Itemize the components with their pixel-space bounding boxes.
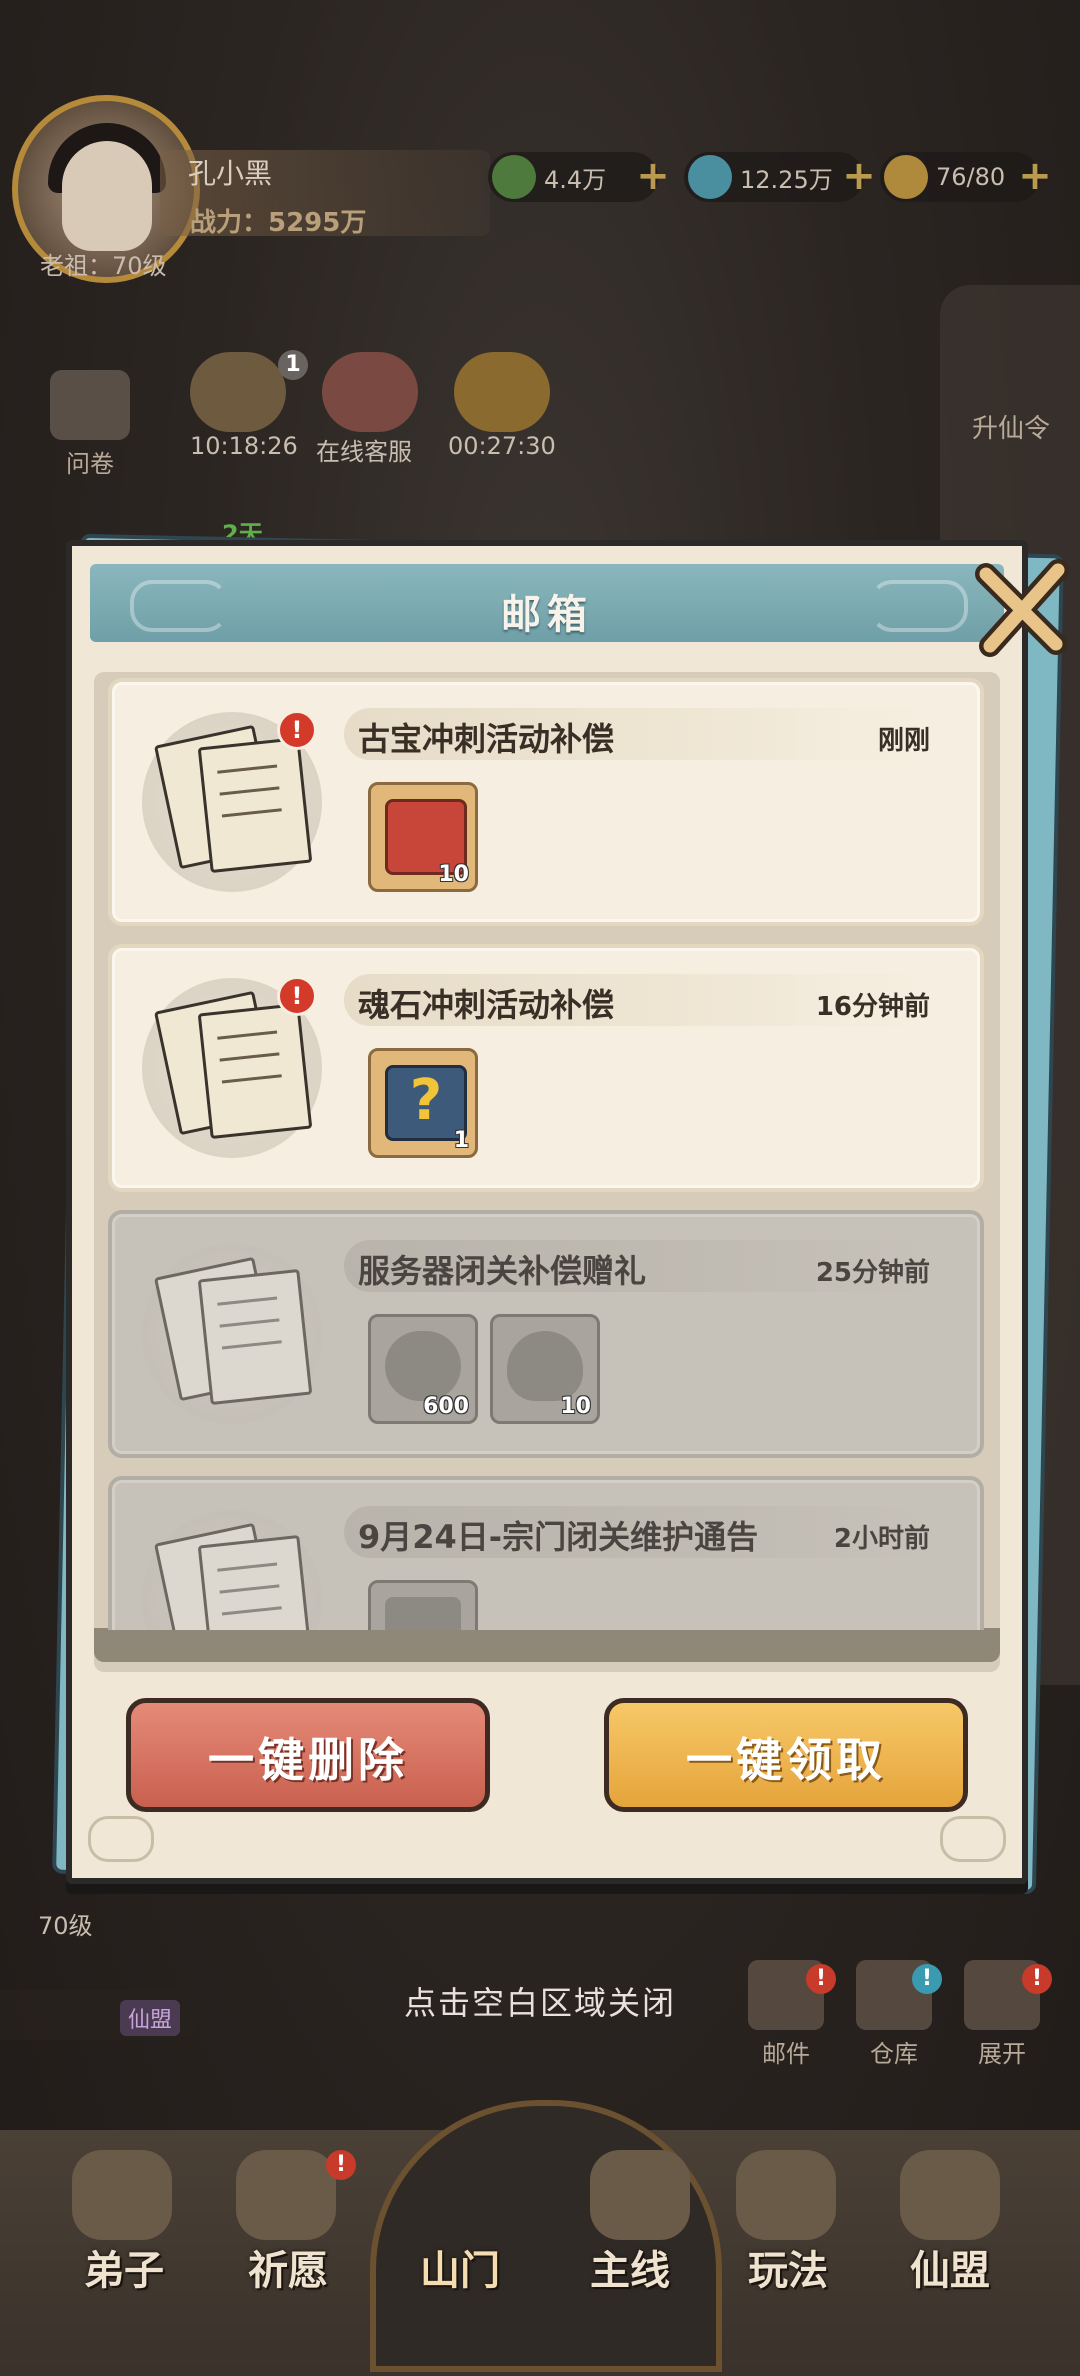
paper-sheet xyxy=(197,737,313,873)
delete-all-button[interactable]: 一键删除 xyxy=(126,1698,490,1812)
dragon-jade-icon xyxy=(385,1331,461,1401)
paper-sheet xyxy=(197,1269,313,1405)
add-jade-button[interactable]: + xyxy=(634,156,672,196)
unread-alert-icon: ! xyxy=(277,710,317,750)
reward-item[interactable]: 10 xyxy=(490,1314,600,1424)
nav-gameplay[interactable]: 玩法 xyxy=(728,2238,848,2296)
resource-value: 12.25万 xyxy=(740,165,833,194)
event-timer: 10:18:26 xyxy=(190,432,298,460)
avatar-face xyxy=(62,141,152,251)
player-level: 老祖：70级 xyxy=(40,252,167,280)
combat-power: 战力：5295万 xyxy=(190,208,367,238)
flame-icon xyxy=(507,1331,583,1401)
mail-time: 2小时前 xyxy=(833,1524,930,1554)
mail-item[interactable]: 9月24日-宗门闭关维护通告 2小时前 xyxy=(108,1476,984,1630)
main-quest-icon[interactable] xyxy=(590,2150,690,2240)
mail-item[interactable]: ! 魂石冲刺活动补偿 16分钟前 ? 1 xyxy=(108,944,984,1192)
storage-label: 仓库 xyxy=(870,2040,918,2068)
nav-wish[interactable]: 祈愿 xyxy=(228,2238,348,2296)
mail-shortcut-label: 邮件 xyxy=(762,2040,810,2068)
reward-item[interactable]: 10 xyxy=(368,782,478,892)
expand-label: 展开 xyxy=(978,2040,1026,2068)
mail-subject: 魂石冲刺活动补偿 xyxy=(358,986,615,1024)
sub-level: 70级 xyxy=(38,1912,93,1940)
lion-icon[interactable] xyxy=(454,352,550,432)
gift-bag-icon[interactable] xyxy=(190,352,286,432)
player-name: 孔小黑 xyxy=(188,157,273,190)
mailbox-dialog: 邮箱 ! 古宝冲刺活动补偿 刚刚 10 ! 魂石冲刺活动补偿 16分钟前 ? 1… xyxy=(66,540,1069,1884)
item-count: 10 xyxy=(438,862,469,887)
reward-item[interactable] xyxy=(368,1580,478,1630)
mail-list-footer xyxy=(94,1628,1000,1662)
scroll-icon xyxy=(50,370,130,440)
top-bar: 孔小黑 战力：5295万 老祖：70级 4.4万 + 12.25万 + 76/8… xyxy=(0,0,1080,290)
dialog-title: 邮箱 xyxy=(501,592,593,638)
reward-item[interactable]: 600 xyxy=(368,1314,478,1424)
add-spirit-stone-button[interactable]: + xyxy=(840,156,878,196)
dialog-header: 邮箱 xyxy=(90,564,1004,642)
mail-list[interactable]: ! 古宝冲刺活动补偿 刚刚 10 ! 魂石冲刺活动补偿 16分钟前 ? 1 服务… xyxy=(102,676,992,1630)
resource-energy: 76/80 + xyxy=(880,152,1052,202)
reward-item[interactable]: ? 1 xyxy=(368,1048,478,1158)
item-icon xyxy=(385,1597,461,1630)
resource-value: 4.4万 xyxy=(544,165,607,194)
mail-time: 16分钟前 xyxy=(815,992,930,1022)
energy-pouch-icon xyxy=(884,155,928,199)
mail-time: 刚刚 xyxy=(877,726,930,756)
mail-subject: 服务器闭关补偿赠礼 xyxy=(358,1252,647,1290)
nav-sect-gate[interactable]: 山门 xyxy=(400,2238,520,2296)
alert-badge: ! xyxy=(326,2150,356,2180)
jade-icon xyxy=(492,155,536,199)
resource-jade: 4.4万 + xyxy=(488,152,670,202)
claim-all-button[interactable]: 一键领取 xyxy=(604,1698,968,1812)
item-count: 1 xyxy=(453,1128,469,1153)
corner-ornament xyxy=(940,1816,1006,1862)
paper-sheet xyxy=(197,1003,313,1139)
paper-sheet xyxy=(197,1535,313,1630)
mail-subject: 古宝冲刺活动补偿 xyxy=(358,720,615,758)
customer-service-label: 在线客服 xyxy=(316,438,412,466)
nav-alliance[interactable]: 仙盟 xyxy=(890,2238,1010,2296)
mail-item[interactable]: 服务器闭关补偿赠礼 25分钟前 600 10 xyxy=(108,1210,984,1458)
unread-alert-icon: ! xyxy=(277,976,317,1016)
spirit-stone-icon xyxy=(688,155,732,199)
mail-item[interactable]: ! 古宝冲刺活动补偿 刚刚 10 xyxy=(108,678,984,926)
resource-value: 76/80 xyxy=(936,163,1006,191)
ascend-token-label[interactable]: 升仙令 xyxy=(972,408,1050,445)
item-count: 10 xyxy=(560,1394,591,1419)
nav-main-quest[interactable]: 主线 xyxy=(570,2238,690,2296)
gameplay-icon[interactable] xyxy=(736,2150,836,2240)
mail-time: 25分钟前 xyxy=(815,1258,930,1288)
letter-icon xyxy=(142,1510,322,1630)
event-timer-2: 00:27:30 xyxy=(448,432,556,460)
alert-badge: ! xyxy=(1022,1964,1052,1994)
add-energy-button[interactable]: + xyxy=(1016,156,1054,196)
wish-icon[interactable] xyxy=(236,2150,336,2240)
survey-label: 问卷 xyxy=(66,450,114,478)
survey-button[interactable]: 问卷 xyxy=(40,370,140,479)
close-icon[interactable] xyxy=(968,554,1078,664)
disciple-icon[interactable] xyxy=(72,2150,172,2240)
count-badge: 1 xyxy=(278,350,308,380)
alliance-icon[interactable] xyxy=(900,2150,1000,2240)
corner-ornament xyxy=(88,1816,154,1862)
mail-subject: 9月24日-宗门闭关维护通告 xyxy=(358,1518,759,1556)
resource-spirit-stone: 12.25万 + xyxy=(684,152,876,202)
item-count: 600 xyxy=(423,1394,469,1419)
alert-badge: ! xyxy=(806,1964,836,1994)
customer-service-icon[interactable] xyxy=(322,352,418,432)
nav-disciples[interactable]: 弟子 xyxy=(64,2238,184,2296)
letter-icon xyxy=(142,1244,322,1424)
alert-badge: ! xyxy=(912,1964,942,1994)
